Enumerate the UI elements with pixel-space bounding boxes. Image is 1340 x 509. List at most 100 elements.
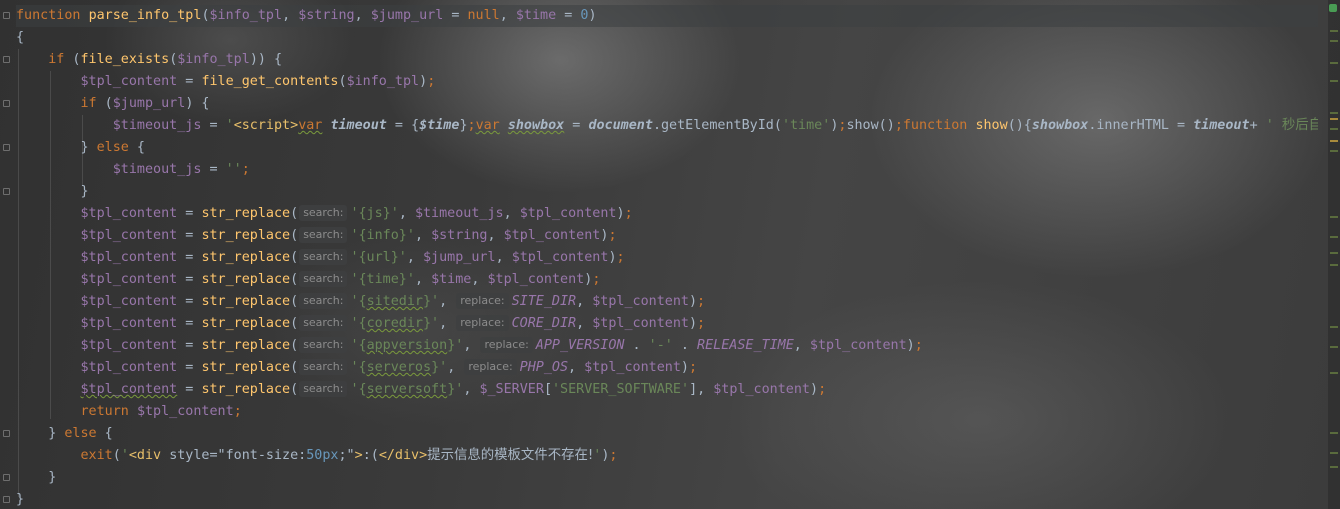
code-token: , [576, 294, 593, 309]
code-token: }' [447, 382, 464, 397]
fold-marker-icon[interactable] [3, 56, 10, 63]
code-area[interactable]: function parse_info_tpl($info_tpl, $stri… [16, 5, 1318, 509]
code-token: '-' [648, 338, 673, 353]
code-token: str_replace [201, 316, 291, 331]
code-line[interactable]: $tpl_content = str_replace(search: '{url}… [16, 247, 1318, 269]
code-token: $tpl_content [80, 206, 178, 221]
code-token: 50px [306, 448, 339, 463]
stripe-mark[interactable] [1330, 140, 1338, 142]
stripe-mark[interactable] [1330, 346, 1338, 348]
stripe-mark[interactable] [1330, 452, 1338, 454]
stripe-mark[interactable] [1330, 466, 1338, 468]
stripe-mark[interactable] [1330, 432, 1338, 434]
stripe-mark[interactable] [1330, 40, 1338, 42]
code-token: [ [543, 382, 552, 397]
code-token: showbox [507, 118, 565, 133]
code-line[interactable]: } else { [16, 137, 1318, 159]
code-token: ) [588, 8, 597, 23]
code-token: , [439, 316, 456, 331]
code-token: coredir [366, 316, 423, 331]
code-line[interactable]: $tpl_content = str_replace(search: '{time… [16, 269, 1318, 291]
stripe-mark[interactable] [1330, 264, 1338, 266]
code-token: $tpl_content [584, 360, 681, 375]
fold-marker-icon[interactable] [3, 496, 10, 503]
code-token: ) [419, 74, 428, 89]
code-token: $tpl_content [80, 360, 178, 375]
code-token: } [16, 184, 89, 199]
code-line[interactable]: } [16, 467, 1318, 489]
fold-marker-icon[interactable] [3, 12, 10, 19]
stripe-mark[interactable] [1330, 216, 1338, 218]
code-token: $tpl_content [592, 294, 689, 309]
code-token: $time [431, 272, 472, 287]
code-line[interactable]: $tpl_content = str_replace(search: '{info… [16, 225, 1318, 247]
stripe-mark[interactable] [1330, 372, 1338, 374]
code-token: ( [290, 294, 299, 309]
code-token: } [459, 118, 468, 133]
code-token: = [177, 272, 202, 287]
fold-marker-icon[interactable] [3, 474, 10, 481]
code-token: ;" [338, 448, 355, 463]
code-token: ( [112, 448, 121, 463]
code-token: , [576, 316, 593, 331]
code-token: $tpl_content [809, 338, 907, 353]
stripe-mark[interactable] [1330, 118, 1338, 120]
stripe-mark[interactable] [1330, 326, 1338, 328]
code-line[interactable]: $tpl_content = str_replace(search: '{js}'… [16, 203, 1318, 225]
code-line[interactable]: function parse_info_tpl($info_tpl, $stri… [16, 5, 1318, 27]
code-line[interactable]: $tpl_content = str_replace(search: '{appv… [16, 335, 1318, 357]
code-line[interactable]: return $tpl_content; [16, 401, 1318, 423]
code-line[interactable]: if ($jump_url) { [16, 93, 1318, 115]
parameter-hint: search: [299, 315, 348, 331]
code-token: str_replace [201, 206, 291, 221]
code-token: , [487, 228, 504, 243]
code-token: ( [201, 8, 210, 23]
code-line[interactable]: $tpl_content = str_replace(search: '{serv… [16, 357, 1318, 379]
code-token: = [177, 360, 202, 375]
stripe-mark[interactable] [1330, 112, 1338, 114]
code-token: } [16, 426, 65, 441]
stripe-mark[interactable] [1330, 30, 1338, 32]
code-line[interactable]: { [16, 27, 1318, 49]
code-token: $tpl_content [80, 294, 178, 309]
code-line[interactable]: exit('<div style="font-size:50px;">:(</d… [16, 445, 1318, 467]
stripe-mark[interactable] [1330, 236, 1338, 238]
stripe-mark[interactable] [1330, 128, 1338, 130]
code-token: ], [689, 382, 714, 397]
stripe-mark[interactable] [1330, 252, 1338, 254]
code-line[interactable]: $tpl_content = str_replace(search: '{core… [16, 313, 1318, 335]
code-line[interactable]: $tpl_content = str_replace(search: '{site… [16, 291, 1318, 313]
fold-marker-icon[interactable] [3, 144, 10, 151]
code-token: 秒后自动跳转 [1281, 118, 1318, 133]
stripe-mark[interactable] [1330, 80, 1338, 82]
stripe-mark[interactable] [1330, 62, 1338, 64]
code-token: , [414, 272, 432, 287]
parameter-hint: replace: [456, 293, 509, 309]
code-line[interactable]: if (file_exists($info_tpl)) { [16, 49, 1318, 71]
code-token: , [568, 360, 585, 375]
code-token: ) [810, 382, 819, 397]
stripe-mark[interactable] [1330, 150, 1338, 152]
code-token: $_SERVER [479, 382, 544, 397]
code-line[interactable]: } [16, 181, 1318, 203]
code-token: return [80, 404, 129, 419]
code-line[interactable]: $timeout_js = ''; [16, 159, 1318, 181]
code-line[interactable]: $timeout_js = '<script>var timeout = {$t… [16, 115, 1318, 137]
inspection-ok-icon[interactable] [1329, 4, 1337, 12]
fold-marker-icon[interactable] [3, 430, 10, 437]
code-line[interactable]: $tpl_content = file_get_contents($info_t… [16, 71, 1318, 93]
code-editor[interactable]: function parse_info_tpl($info_tpl, $stri… [0, 0, 1340, 509]
fold-marker-icon[interactable] [3, 100, 10, 107]
code-line[interactable]: } [16, 489, 1318, 509]
code-line[interactable]: $tpl_content = str_replace(search: '{serv… [16, 379, 1318, 401]
code-token: { [128, 140, 145, 155]
code-line[interactable]: } else { [16, 423, 1318, 445]
code-token: = [177, 294, 202, 309]
fold-marker-icon[interactable] [3, 188, 10, 195]
code-token: file_exists [80, 52, 170, 67]
error-stripe-scrollbar[interactable] [1328, 0, 1340, 509]
code-token: , [499, 8, 516, 23]
